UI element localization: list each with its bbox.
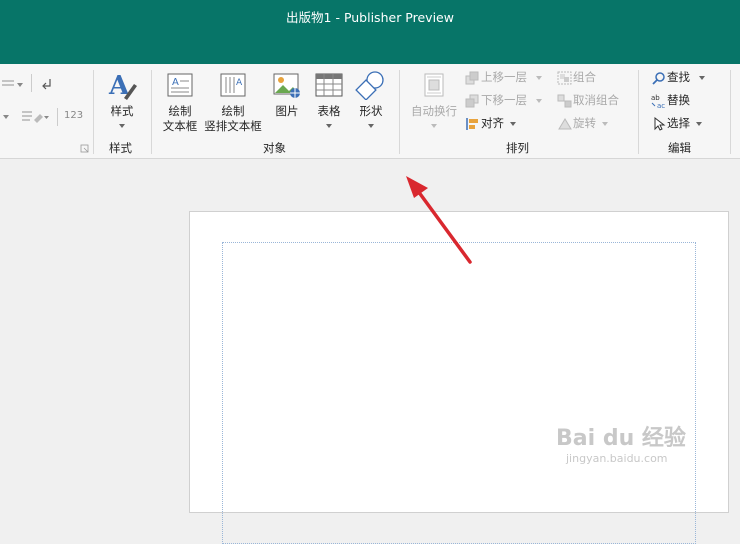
watermark-logo: Bai du 经验 xyxy=(556,426,686,451)
watermark-url: jingyan.baidu.com xyxy=(566,452,668,465)
